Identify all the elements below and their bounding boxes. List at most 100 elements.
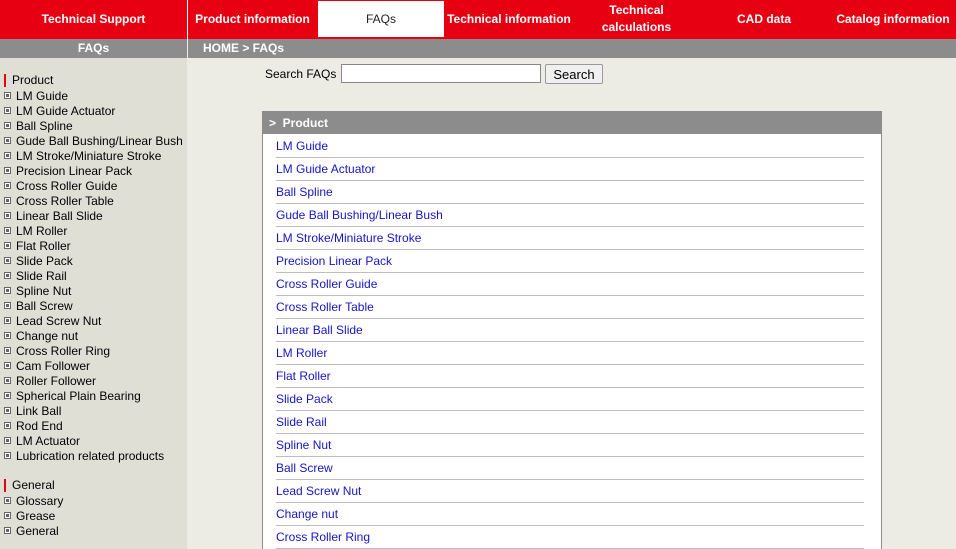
sidebar-item-label: LM Stroke/Miniature Stroke <box>16 149 162 163</box>
product-link-linear-ball-slide[interactable]: Linear Ball Slide <box>276 323 363 337</box>
sidebar-item-rod-end[interactable]: Rod End <box>4 419 63 434</box>
product-faq-panel: > Product LM Guide LM Guide Actuator Ball … <box>262 111 882 549</box>
sidebar-item-gude-ball-bushing-linear-bush[interactable]: Gude Ball Bushing/Linear Bush <box>4 134 183 149</box>
sidebar-item-lubrication-related-products[interactable]: Lubrication related products <box>4 449 164 464</box>
nav-catalog-information[interactable]: Catalog information <box>830 0 956 38</box>
sidebar-item-cross-roller-guide[interactable]: Cross Roller Guide <box>4 179 117 194</box>
list-item: LM Guide Actuator <box>276 158 864 181</box>
search-button[interactable]: Search <box>545 64 603 84</box>
sidebar-item-lm-guide[interactable]: LM Guide <box>4 89 68 104</box>
bullet-icon <box>4 392 11 400</box>
sidebar-item-precision-linear-pack[interactable]: Precision Linear Pack <box>4 164 132 179</box>
list-item: Linear Ball Slide <box>276 319 864 342</box>
bullet-icon <box>4 92 11 100</box>
sidebar-item-roller-follower[interactable]: Roller Follower <box>4 374 96 389</box>
sidebar-item-lm-actuator[interactable]: LM Actuator <box>4 434 80 449</box>
sidebar-item-label: Cross Roller Guide <box>16 179 118 193</box>
sidebar-item-label: Lead Screw Nut <box>16 314 102 328</box>
sidebar-item-ball-screw[interactable]: Ball Screw <box>4 299 73 314</box>
nav-cad-data[interactable]: CAD data <box>704 0 824 38</box>
product-link-slide-pack[interactable]: Slide Pack <box>276 392 333 406</box>
sidebar-item-label: Spherical Plain Bearing <box>16 389 141 403</box>
product-link-lm-guide-actuator[interactable]: LM Guide Actuator <box>276 162 375 176</box>
bullet-icon <box>4 527 11 535</box>
nav-technical-support[interactable]: Technical Support <box>0 0 187 38</box>
search-label: Search FAQs <box>265 67 337 81</box>
product-link-flat-roller[interactable]: Flat Roller <box>276 369 331 383</box>
sidebar-item-label: Change nut <box>16 329 79 343</box>
sidebar-item-label: Slide Pack <box>16 254 73 268</box>
list-item: Slide Pack <box>276 388 864 411</box>
product-link-slide-rail[interactable]: Slide Rail <box>276 415 327 429</box>
bullet-icon <box>4 497 11 505</box>
list-item: Change nut <box>276 503 864 526</box>
list-item: Precision Linear Pack <box>276 250 864 273</box>
sidebar-header: FAQs <box>0 39 187 58</box>
product-link-lm-guide[interactable]: LM Guide <box>276 139 328 153</box>
bullet-icon <box>4 167 11 175</box>
sidebar-item-general[interactable]: General <box>4 524 59 539</box>
bullet-icon <box>4 122 11 130</box>
sidebar-item-label: Ball Spline <box>16 119 73 133</box>
sidebar-item-glossary[interactable]: Glossary <box>4 494 63 509</box>
bullet-icon <box>4 332 11 340</box>
bullet-icon <box>4 257 11 265</box>
list-item: Slide Rail <box>276 411 864 434</box>
sidebar-item-lead-screw-nut[interactable]: Lead Screw Nut <box>4 314 101 329</box>
nav-product-information[interactable]: Product information <box>189 0 316 38</box>
sidebar-item-change-nut[interactable]: Change nut <box>4 329 78 344</box>
breadcrumb: HOME > FAQs <box>188 39 956 58</box>
bullet-icon <box>4 272 11 280</box>
search-input[interactable] <box>341 64 541 83</box>
sidebar-item-label: Cross Roller Table <box>16 194 114 208</box>
sidebar-item-spherical-plain-bearing[interactable]: Spherical Plain Bearing <box>4 389 141 404</box>
sidebar-item-ball-spline[interactable]: Ball Spline <box>4 119 73 134</box>
sidebar-item-lm-guide-actuator[interactable]: LM Guide Actuator <box>4 104 115 119</box>
product-link-ball-screw[interactable]: Ball Screw <box>276 461 333 475</box>
bullet-icon <box>4 347 11 355</box>
product-link-change-nut[interactable]: Change nut <box>276 507 338 521</box>
product-link-spline-nut[interactable]: Spline Nut <box>276 438 331 452</box>
bullet-icon <box>4 212 11 220</box>
nav-technical-information[interactable]: Technical information <box>444 0 574 38</box>
product-link-cross-roller-guide[interactable]: Cross Roller Guide <box>276 277 377 291</box>
sidebar-item-lm-roller[interactable]: LM Roller <box>4 224 67 239</box>
list-item: LM Roller <box>276 342 864 365</box>
sidebar-item-label: Rod End <box>16 419 63 433</box>
sidebar-item-cross-roller-table[interactable]: Cross Roller Table <box>4 194 114 209</box>
sidebar-item-linear-ball-slide[interactable]: Linear Ball Slide <box>4 209 103 224</box>
bullet-icon <box>4 377 11 385</box>
bullet-icon <box>4 407 11 415</box>
product-link-lead-screw-nut[interactable]: Lead Screw Nut <box>276 484 361 498</box>
nav-technical-calculations[interactable]: Technical calculations <box>580 0 693 38</box>
sidebar-item-flat-roller[interactable]: Flat Roller <box>4 239 71 254</box>
sidebar-item-spline-nut[interactable]: Spline Nut <box>4 284 71 299</box>
nav-faqs[interactable]: FAQs <box>318 1 444 37</box>
sidebar-item-label: Flat Roller <box>16 239 71 253</box>
sidebar-item-cross-roller-ring[interactable]: Cross Roller Ring <box>4 344 110 359</box>
product-link-precision-linear-pack[interactable]: Precision Linear Pack <box>276 254 392 268</box>
sidebar-item-slide-rail[interactable]: Slide Rail <box>4 269 67 284</box>
sidebar-item-label: LM Guide Actuator <box>16 104 116 118</box>
bullet-icon <box>4 452 11 460</box>
sidebar-section-general: General <box>4 479 55 492</box>
sidebar-item-link-ball[interactable]: Link Ball <box>4 404 61 419</box>
sidebar-item-label: LM Roller <box>16 224 68 238</box>
product-link-gude-ball-bushing-linear-bush[interactable]: Gude Ball Bushing/Linear Bush <box>276 208 443 222</box>
sidebar-item-grease[interactable]: Grease <box>4 509 55 524</box>
product-link-cross-roller-ring[interactable]: Cross Roller Ring <box>276 530 370 544</box>
product-link-lm-stroke-miniature-stroke[interactable]: LM Stroke/Miniature Stroke <box>276 231 421 245</box>
product-link-ball-spline[interactable]: Ball Spline <box>276 185 333 199</box>
sidebar-item-slide-pack[interactable]: Slide Pack <box>4 254 73 269</box>
sidebar-item-cam-follower[interactable]: Cam Follower <box>4 359 90 374</box>
list-item: Cross Roller Guide <box>276 273 864 296</box>
sidebar-item-label: Gude Ball Bushing/Linear Bush <box>16 134 183 148</box>
sidebar-item-lm-stroke-miniature-stroke[interactable]: LM Stroke/Miniature Stroke <box>4 149 161 164</box>
sidebar-item-label: LM Actuator <box>16 434 81 448</box>
sidebar-item-label: Linear Ball Slide <box>16 209 103 223</box>
list-item: Gude Ball Bushing/Linear Bush <box>276 204 864 227</box>
product-link-lm-roller[interactable]: LM Roller <box>276 346 327 360</box>
sidebar-item-label: General <box>16 524 59 538</box>
list-item: LM Stroke/Miniature Stroke <box>276 227 864 250</box>
product-link-cross-roller-table[interactable]: Cross Roller Table <box>276 300 374 314</box>
